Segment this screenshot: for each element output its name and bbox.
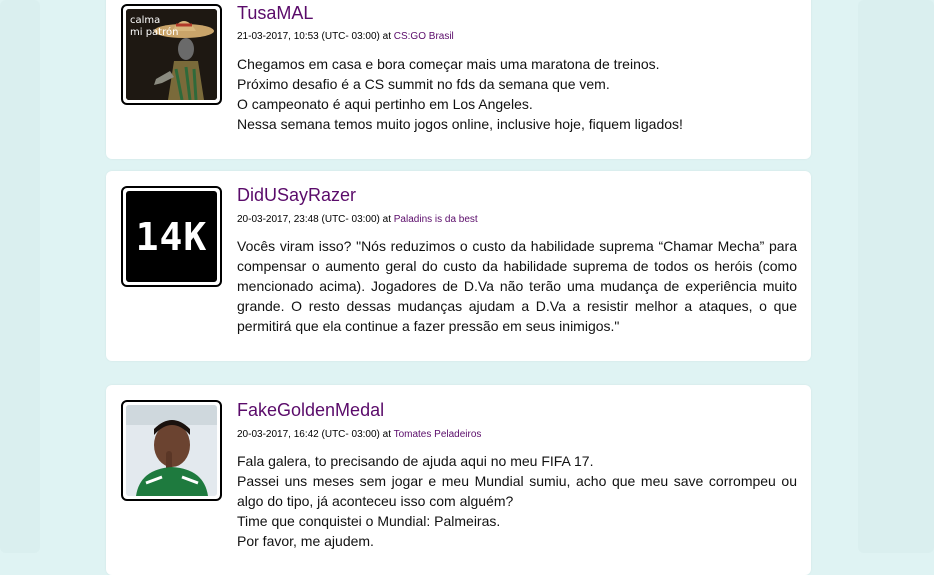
post-line: Por favor, me ajudem. — [237, 533, 374, 549]
post-line: Próximo desafio é a CS summit no fds da … — [237, 76, 610, 92]
avatar[interactable] — [121, 400, 222, 501]
post-timestamp: 21-03-2017, 10:53 (UTC- 03:00) at — [237, 31, 394, 42]
avatar-caption-line1: calma — [130, 15, 161, 26]
post-card: 14K DidUSayRazer 20-03-2017, 23:48 (UTC-… — [106, 171, 811, 361]
avatar[interactable]: 14K — [121, 186, 222, 287]
avatar[interactable]: calma mi patrón — [121, 4, 222, 105]
post-group-link[interactable]: CS:GO Brasil — [394, 31, 454, 42]
background-panel-right — [858, 0, 934, 553]
post-card: calma mi patrón TusaMAL 21-03-2017, 10:5… — [106, 0, 811, 159]
post-paragraph: Passei uns meses sem jogar e meu Mundial… — [237, 473, 797, 509]
post-group-link[interactable]: Paladins is da best — [394, 214, 478, 225]
background-panel-left — [0, 0, 40, 553]
post-group-link[interactable]: Tomates Peladeiros — [394, 429, 482, 440]
post-meta: 20-03-2017, 23:48 (UTC- 03:00) at Paladi… — [237, 214, 478, 225]
post-timestamp: 20-03-2017, 23:48 (UTC- 03:00) at — [237, 214, 394, 225]
player-photo-icon — [126, 405, 217, 496]
post-body: Vocês viram isso? "Nós reduzimos o custo… — [237, 236, 797, 336]
avatar-caption-line2: mi patrón — [130, 27, 179, 38]
post-line: Fala galera, to precisando de ajuda aqui… — [237, 453, 594, 469]
post-username[interactable]: DidUSayRazer — [237, 185, 356, 206]
post-body: Chegamos em casa e bora começar mais uma… — [237, 54, 797, 134]
avatar-14k-text: 14K — [135, 214, 208, 259]
post-username[interactable]: FakeGoldenMedal — [237, 400, 384, 421]
post-line: Nessa semana temos muito jogos online, i… — [237, 116, 683, 132]
post-line: Chegamos em casa e bora começar mais uma… — [237, 56, 660, 72]
post-meta: 20-03-2017, 16:42 (UTC- 03:00) at Tomate… — [237, 429, 481, 440]
post-line: O campeonato é aqui pertinho em Los Ange… — [237, 96, 533, 112]
post-username[interactable]: TusaMAL — [237, 3, 313, 24]
post-body: Fala galera, to precisando de ajuda aqui… — [237, 451, 797, 551]
post-card: FakeGoldenMedal 20-03-2017, 16:42 (UTC- … — [106, 385, 811, 575]
post-meta: 21-03-2017, 10:53 (UTC- 03:00) at CS:GO … — [237, 31, 454, 42]
post-line: Time que conquistei o Mundial: Palmeiras… — [237, 513, 501, 529]
post-timestamp: 20-03-2017, 16:42 (UTC- 03:00) at — [237, 429, 394, 440]
post-paragraph: Vocês viram isso? "Nós reduzimos o custo… — [237, 238, 797, 334]
